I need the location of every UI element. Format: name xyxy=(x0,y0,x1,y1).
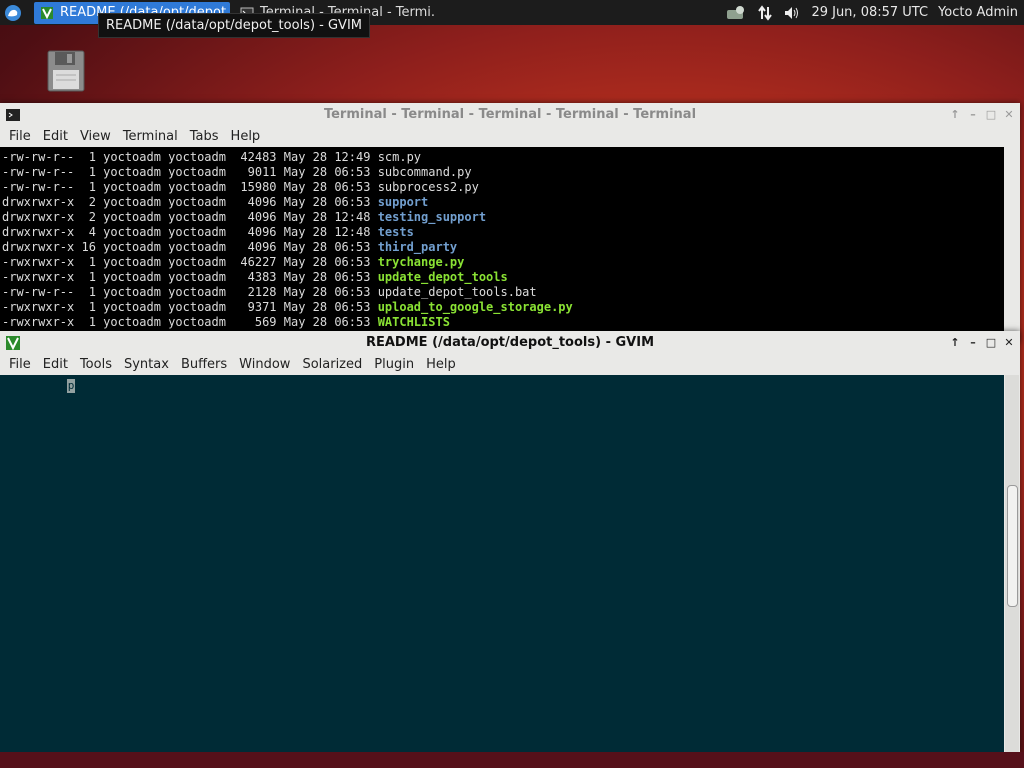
menu-plugin[interactable]: Plugin xyxy=(368,357,420,372)
applet-icon[interactable] xyxy=(725,5,747,21)
terminal-line: -rwxrwxr-x 1 yoctoadm yoctoadm 4383 May … xyxy=(2,270,508,284)
keep-above-button[interactable]: ↑ xyxy=(948,108,962,122)
file-name: subprocess2.py xyxy=(377,180,479,194)
file-name: update_depot_tools.bat xyxy=(377,285,537,299)
keep-above-button[interactable]: ↑ xyxy=(948,336,962,350)
terminal-icon xyxy=(6,108,20,121)
terminal-line: -rw-rw-r-- 1 yoctoadm yoctoadm 15980 May… xyxy=(2,180,479,194)
desktop-bottom-edge xyxy=(0,752,1024,768)
text-cursor: p xyxy=(67,379,75,393)
directory-name: support xyxy=(377,195,429,209)
executable-name: WATCHLISTS xyxy=(377,315,450,329)
maximize-button[interactable]: □ xyxy=(984,336,998,350)
vim-editor-area[interactable]: p xyxy=(0,375,1004,752)
menu-help[interactable]: Help xyxy=(225,129,267,144)
menu-tools[interactable]: Tools xyxy=(74,357,118,372)
vim-icon xyxy=(6,335,20,350)
xfce-mouse-icon xyxy=(5,4,21,21)
close-button[interactable]: ✕ xyxy=(1002,108,1016,122)
terminal-output[interactable]: -rw-rw-r-- 1 yoctoadm yoctoadm 42483 May… xyxy=(0,147,1004,343)
menu-solarized[interactable]: Solarized xyxy=(296,357,368,372)
close-button[interactable]: ✕ xyxy=(1002,336,1016,350)
vim-icon xyxy=(41,6,53,19)
terminal-line: drwxrwxr-x 2 yoctoadm yoctoadm 4096 May … xyxy=(2,195,429,209)
network-icon[interactable] xyxy=(757,4,773,21)
terminal-line: drwxrwxr-x 2 yoctoadm yoctoadm 4096 May … xyxy=(2,210,487,224)
minimize-button[interactable]: – xyxy=(966,336,980,350)
terminal-titlebar[interactable]: Terminal - Terminal - Terminal - Termina… xyxy=(0,103,1020,126)
taskbar-tooltip: README (/data/opt/depot_tools) - GVIM xyxy=(98,13,370,38)
menu-buffers[interactable]: Buffers xyxy=(175,357,233,372)
directory-name: testing_support xyxy=(377,210,487,224)
menu-window[interactable]: Window xyxy=(233,357,296,372)
menu-edit[interactable]: Edit xyxy=(37,357,74,372)
minimize-button[interactable]: – xyxy=(966,108,980,122)
menu-help[interactable]: Help xyxy=(420,357,462,372)
executable-name: upload_to_google_storage.py xyxy=(377,300,573,314)
file-name: scm.py xyxy=(377,150,422,164)
gvim-titlebar[interactable]: README (/data/opt/depot_tools) - GVIM ↑ … xyxy=(0,331,1020,354)
menu-syntax[interactable]: Syntax xyxy=(118,357,175,372)
terminal-line: -rwxrwxr-x 1 yoctoadm yoctoadm 46227 May… xyxy=(2,255,465,269)
menu-edit[interactable]: Edit xyxy=(37,129,74,144)
terminal-line: -rwxrwxr-x 1 yoctoadm yoctoadm 9371 May … xyxy=(2,300,573,314)
terminal-line: -rwxrwxr-x 1 yoctoadm yoctoadm 569 May 2… xyxy=(2,315,450,329)
maximize-button[interactable]: □ xyxy=(984,108,998,122)
vertical-scrollbar[interactable] xyxy=(1005,375,1019,752)
gvim-window: README (/data/opt/depot_tools) - GVIM ↑ … xyxy=(0,331,1020,752)
scrollbar-thumb[interactable] xyxy=(1007,485,1018,607)
user-menu[interactable]: Yocto Admin xyxy=(938,5,1018,20)
directory-name: tests xyxy=(377,225,414,239)
window-title: Terminal - Terminal - Terminal - Termina… xyxy=(323,107,697,122)
terminal-menubar: File Edit View Terminal Tabs Help xyxy=(0,126,1020,147)
clock[interactable]: 29 Jun, 08:57 UTC xyxy=(811,5,928,20)
terminal-line: -rw-rw-r-- 1 yoctoadm yoctoadm 42483 May… xyxy=(2,150,422,164)
terminal-line: -rw-rw-r-- 1 yoctoadm yoctoadm 2128 May … xyxy=(2,285,537,299)
executable-name: update_depot_tools xyxy=(377,270,508,284)
menu-file[interactable]: File xyxy=(3,129,37,144)
terminal-line: -rw-rw-r-- 1 yoctoadm yoctoadm 9011 May … xyxy=(2,165,472,179)
directory-name: third_party xyxy=(377,240,458,254)
terminal-window: Terminal - Terminal - Terminal - Termina… xyxy=(0,103,1020,343)
menu-file[interactable]: File xyxy=(3,357,37,372)
terminal-line: drwxrwxr-x 16 yoctoadm yoctoadm 4096 May… xyxy=(2,240,458,254)
volume-icon[interactable] xyxy=(783,5,801,21)
floppy-disk-icon[interactable] xyxy=(47,50,85,92)
file-name: subcommand.py xyxy=(377,165,472,179)
applications-menu-button[interactable] xyxy=(0,0,26,25)
window-title: README (/data/opt/depot_tools) - GVIM xyxy=(365,335,655,350)
menu-view[interactable]: View xyxy=(74,129,117,144)
menu-terminal[interactable]: Terminal xyxy=(117,129,184,144)
executable-name: trychange.py xyxy=(377,255,465,269)
terminal-line: drwxrwxr-x 4 yoctoadm yoctoadm 4096 May … xyxy=(2,225,414,239)
menu-tabs[interactable]: Tabs xyxy=(184,129,225,144)
gvim-menubar: File Edit Tools Syntax Buffers Window So… xyxy=(0,354,1020,375)
